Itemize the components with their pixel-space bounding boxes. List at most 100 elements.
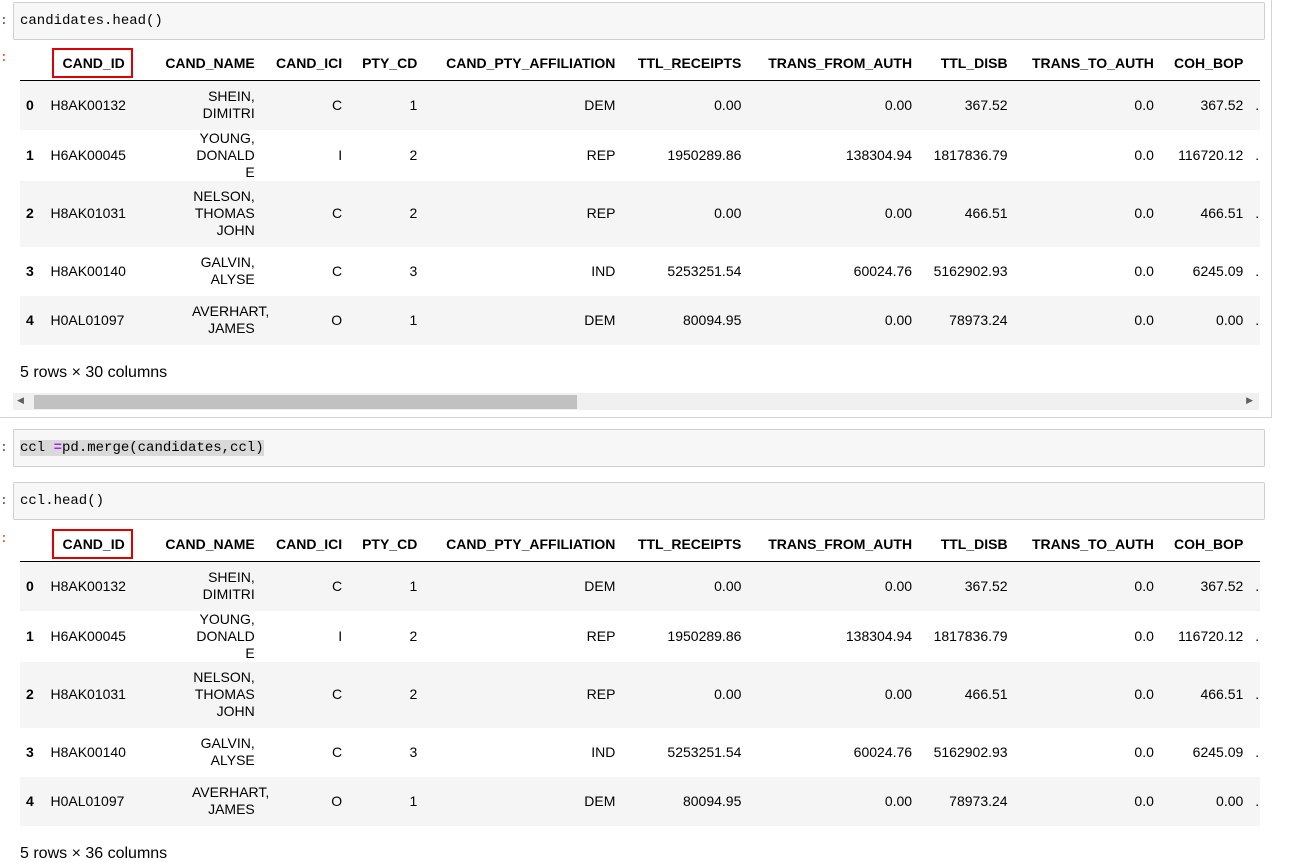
- table-cell: 138304.94: [845, 146, 913, 163]
- code-expression: pd.merge(candidates,ccl): [62, 440, 264, 456]
- table-cell: H8AK00132: [50, 577, 126, 594]
- table-row: 3 H8AK00140 GALVIN, ALYSE C 3 IND 5253251.54 60…: [20, 728, 1260, 777]
- table-cell: 2: [409, 146, 418, 163]
- table-cell: 0.0: [1134, 627, 1154, 644]
- dataframe-output-2: CAND_ID CAND_NAME CAND_ICI PTY_CD CAND_PTY_A…: [20, 527, 1260, 827]
- table-cell: 0.00: [884, 311, 913, 328]
- table-cell: 5162902.93: [933, 743, 1008, 760]
- dataframe-output-1: CAND_ID CAND_NAME CAND_ICI PTY_CD CAND_PTY_A…: [20, 46, 1260, 346]
- table-cell: 0.00: [714, 686, 742, 702]
- table-cell: 0.0: [1134, 262, 1154, 279]
- shape-caption-1: 5 rows × 30 columns: [20, 364, 168, 381]
- table-cell: 1: [409, 96, 418, 113]
- table-cell: I: [338, 627, 343, 644]
- table-cell: DEM: [584, 96, 616, 113]
- table-cell: REP: [586, 146, 616, 163]
- row-index: 2: [26, 686, 34, 702]
- table-cell: H6AK00045: [50, 146, 126, 163]
- table-cell: 1: [409, 792, 418, 809]
- scroll-left-icon[interactable]: ◀: [17, 395, 24, 406]
- table-cell: 1817836.79: [933, 627, 1008, 644]
- table-cell: 0.0: [1134, 792, 1154, 809]
- scrollbar-thumb[interactable]: [34, 395, 577, 409]
- table-cell: 0.00: [884, 686, 913, 702]
- column-header: ...: [1249, 46, 1260, 81]
- table-cell: 116720.12: [1178, 627, 1244, 644]
- input-prompt-2: :: [0, 440, 8, 455]
- code-operator: =: [53, 440, 63, 456]
- code-cell-1[interactable]: candidates.head(): [13, 2, 1265, 40]
- table-cell: C: [332, 205, 343, 221]
- table-cell: SHEIN, DIMITRI: [202, 88, 255, 122]
- table-cell: H8AK00132: [50, 96, 126, 113]
- column-header: CAND_ICI: [260, 527, 349, 562]
- dataframe-table-1: CAND_ID CAND_NAME CAND_ICI PTY_CD CAND_PTY_A…: [20, 46, 1260, 345]
- table-cell: C: [332, 262, 343, 279]
- column-header: COH_BOP: [1159, 527, 1250, 562]
- table-row: 2 H8AK01031 NELSON, THOMAS JOHN C 2 REP 0.00 0.…: [20, 180, 1260, 247]
- code-cell-2[interactable]: ccl =pd.merge(candidates,ccl): [13, 429, 1265, 467]
- table-cell: YOUNG, DONALD E: [196, 610, 255, 661]
- table-row: 4 H0AL01097 AVERHART, JAMES O 1 DEM 80094.95 0.…: [20, 776, 1260, 826]
- table-cell: ...: [1255, 743, 1260, 760]
- scroll-right-icon[interactable]: ▶: [1246, 395, 1253, 406]
- table-cell: 0.0: [1134, 205, 1154, 221]
- code-variable: ccl: [20, 440, 46, 456]
- table-cell: H0AL01097: [50, 792, 125, 809]
- table-cell: 0.00: [714, 577, 742, 594]
- column-header: [20, 527, 51, 562]
- code-selection: ccl =pd.merge(candidates,ccl): [20, 440, 264, 456]
- table-cell: NELSON, THOMAS JOHN: [193, 188, 255, 238]
- column-header: CAND_ICI: [260, 46, 349, 81]
- column-header: [20, 46, 51, 81]
- table-row: 3 H8AK00140 GALVIN, ALYSE C 3 IND 5253251.54 60…: [20, 247, 1260, 296]
- table-cell: 2: [409, 205, 418, 221]
- table-cell: 367.52: [1200, 577, 1244, 594]
- table-cell: 1950289.86: [667, 627, 742, 644]
- table-cell: 0.00: [884, 792, 913, 809]
- table-cell: I: [338, 146, 343, 163]
- table-cell: ...: [1255, 627, 1260, 644]
- row-index: 2: [26, 205, 34, 221]
- table-cell: H8AK01031: [50, 686, 126, 702]
- table-cell: ...: [1255, 792, 1260, 809]
- table-cell: DEM: [584, 577, 616, 594]
- table-cell: 6245.09: [1192, 262, 1244, 279]
- table-cell: 60024.76: [853, 262, 913, 279]
- code-cell-3[interactable]: ccl.head(): [13, 482, 1265, 520]
- output-prompt-1: :: [0, 50, 8, 65]
- table-cell: 0.0: [1134, 743, 1154, 760]
- row-index: 0: [26, 96, 34, 113]
- table-cell: 78973.24: [949, 792, 1008, 809]
- column-header: CAND_NAME: [148, 46, 261, 81]
- table-cell: REP: [586, 686, 616, 702]
- row-index: 3: [26, 743, 34, 760]
- table-cell: IND: [591, 743, 616, 760]
- header-row: CAND_ID CAND_NAME CAND_ICI PTY_CD CAND_PTY_A…: [20, 46, 1260, 81]
- table-cell: 1817836.79: [933, 146, 1008, 163]
- table-cell: 3: [409, 262, 418, 279]
- column-header: COH_BOP: [1159, 46, 1250, 81]
- table-cell: 0.00: [884, 96, 913, 113]
- horizontal-scrollbar[interactable]: ◀ ▶: [13, 393, 1259, 410]
- table-cell: H8AK01031: [50, 205, 126, 221]
- table-cell: ...: [1255, 146, 1260, 163]
- table-cell: O: [331, 311, 343, 328]
- highlighted-column-header: CAND_ID: [52, 48, 133, 78]
- table-cell: ...: [1255, 686, 1260, 702]
- table-row: 1 H6AK00045 YOUNG, DONALD E I 2 REP 1950289.86…: [20, 130, 1260, 181]
- column-header: TRANS_TO_AUTH: [1013, 46, 1160, 81]
- table-cell: 0.0: [1134, 146, 1154, 163]
- shape-caption-2: 5 rows × 36 columns: [20, 845, 168, 862]
- column-header: TRANS_FROM_AUTH: [747, 527, 919, 562]
- column-header: CAND_PTY_AFFILIATION: [423, 527, 622, 562]
- row-index: 4: [26, 792, 34, 809]
- table-row: 2 H8AK01031 NELSON, THOMAS JOHN C 2 REP 0.00 0.…: [20, 661, 1260, 728]
- input-prompt-3: :: [0, 493, 8, 508]
- table-cell: 466.51: [1200, 686, 1244, 702]
- column-header: CAND_NAME: [148, 527, 261, 562]
- table-cell: 0.0: [1134, 96, 1154, 113]
- column-header: CAND_ID: [50, 46, 148, 81]
- table-cell: 5253251.54: [667, 262, 742, 279]
- header-row: CAND_ID CAND_NAME CAND_ICI PTY_CD CAND_PTY_A…: [20, 527, 1260, 562]
